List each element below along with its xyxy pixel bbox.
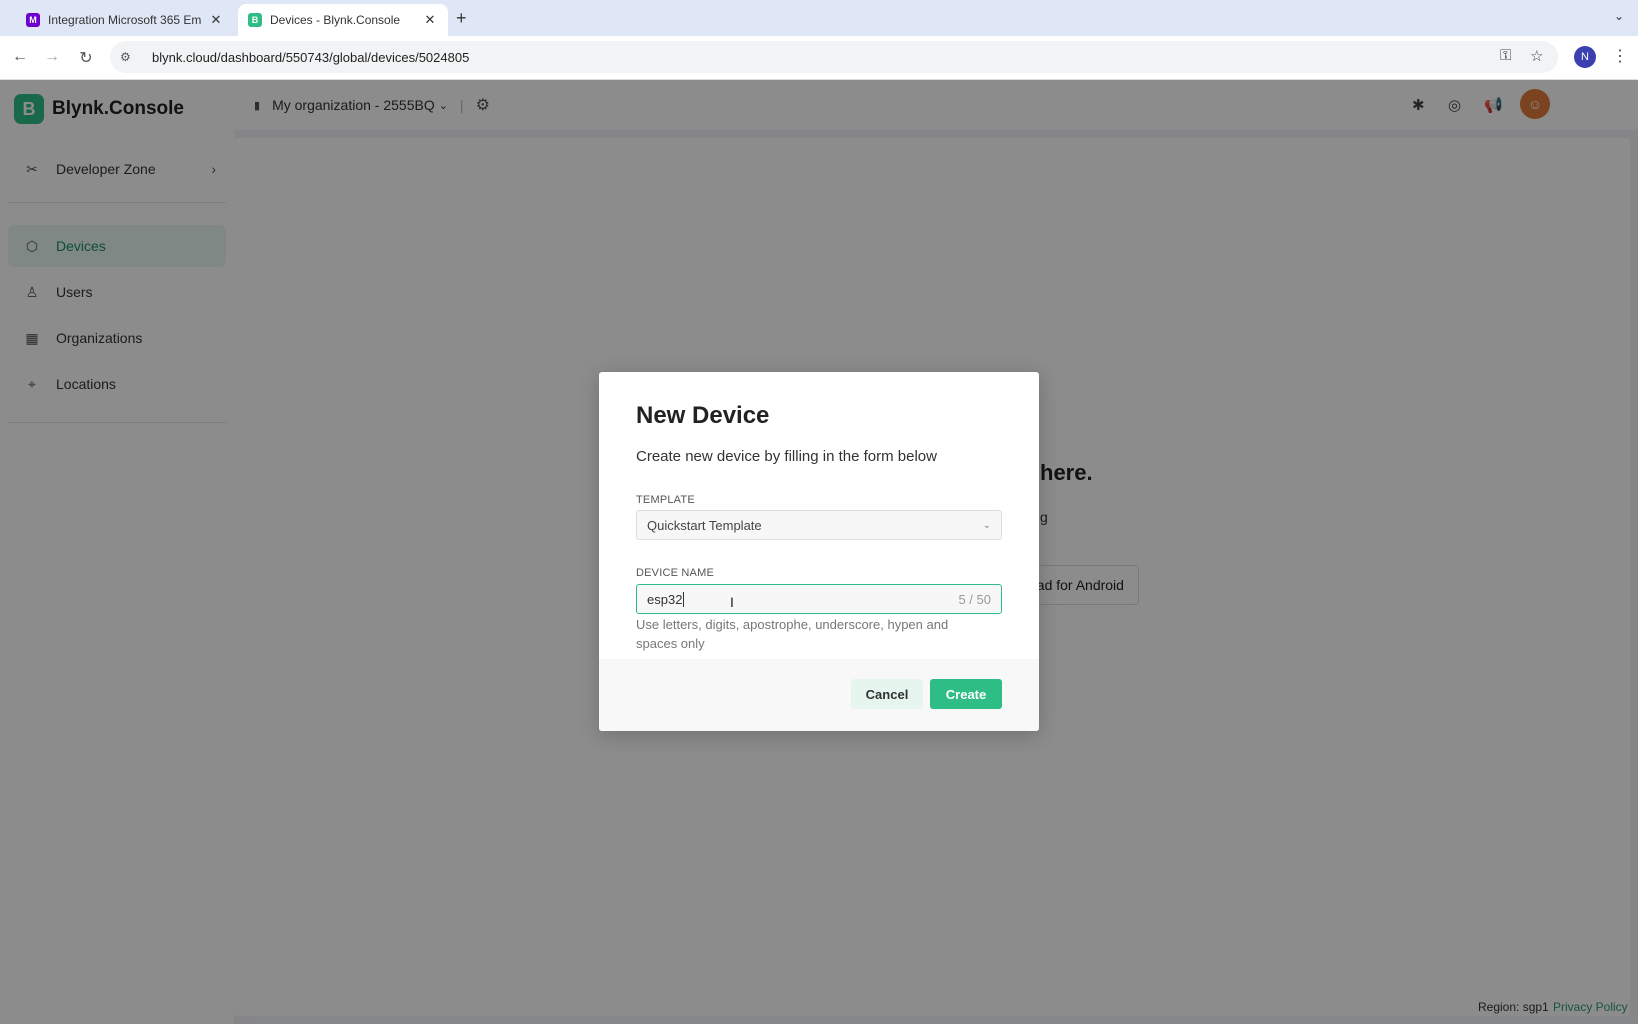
new-tab-icon[interactable]: + (456, 8, 467, 29)
ibeam-cursor-icon: I (730, 594, 734, 610)
device-name-label: DEVICE NAME (636, 567, 714, 579)
reload-icon[interactable]: ↻ (76, 48, 96, 68)
tab-integration[interactable]: M Integration Microsoft 365 Em ✕ (16, 4, 234, 36)
browser-toolbar: ← → ↻ ⚙ blynk.cloud/dashboard/550743/glo… (0, 36, 1638, 80)
dialog-subtitle: Create new device by filling in the form… (636, 448, 937, 465)
blynk-favicon: B (248, 13, 262, 27)
password-key-icon[interactable]: ⚿ (1500, 47, 1511, 64)
back-icon[interactable]: ← (10, 48, 30, 66)
cancel-button[interactable]: Cancel (851, 679, 923, 709)
make-logo-icon: M (26, 13, 40, 27)
chevron-down-icon: ⌄ (982, 519, 991, 531)
more-menu-icon[interactable]: ⋮ (1612, 46, 1628, 66)
tab-title: Integration Microsoft 365 Em (48, 13, 202, 27)
dialog-title: New Device (636, 402, 770, 429)
close-tab-icon[interactable]: ✕ (208, 12, 224, 28)
device-name-input[interactable]: esp32 5 / 50 (636, 584, 1002, 614)
template-label: TEMPLATE (636, 494, 695, 506)
tab-title: Devices - Blynk.Console (270, 13, 401, 27)
address-bar[interactable]: ⚙ blynk.cloud/dashboard/550743/global/de… (110, 41, 1558, 73)
device-name-hint: Use letters, digits, apostrophe, undersc… (636, 617, 949, 651)
site-settings-icon[interactable]: ⚙ (120, 50, 138, 64)
forward-icon[interactable]: → (42, 48, 62, 66)
new-device-dialog: New Device Create new device by filling … (599, 372, 1039, 731)
template-value: Quickstart Template (647, 517, 762, 533)
tab-search-chevron-icon[interactable]: ⌄ (1614, 9, 1624, 23)
dialog-footer: Cancel Create (599, 659, 1039, 731)
browser-tab-bar: M Integration Microsoft 365 Em ✕ B Devic… (0, 0, 1638, 36)
url-text[interactable]: blynk.cloud/dashboard/550743/global/devi… (152, 50, 469, 65)
text-cursor (683, 591, 685, 607)
profile-avatar[interactable]: N (1574, 46, 1596, 68)
create-button[interactable]: Create (930, 679, 1002, 709)
character-counter: 5 / 50 (958, 591, 991, 607)
device-name-value: esp32 (647, 591, 683, 607)
bookmark-star-icon[interactable]: ☆ (1530, 47, 1543, 65)
tab-devices[interactable]: B Devices - Blynk.Console ✕ (238, 4, 448, 36)
close-tab-icon[interactable]: ✕ (422, 12, 438, 28)
template-select[interactable]: Quickstart Template ⌄ (636, 510, 1002, 540)
